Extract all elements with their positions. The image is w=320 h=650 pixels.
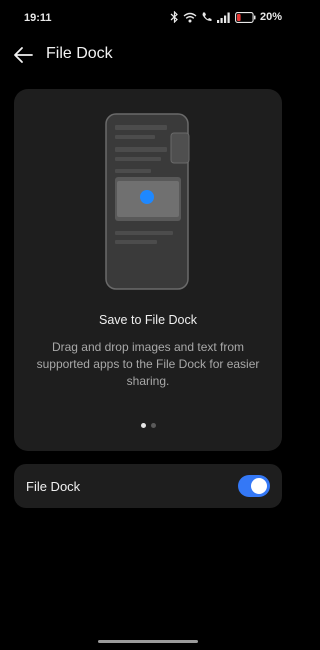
status-time: 19:11 (24, 12, 52, 24)
page-indicator (14, 423, 282, 428)
home-indicator[interactable] (98, 640, 198, 643)
status-icons: 20% (170, 11, 282, 23)
battery-icon (235, 11, 256, 23)
page-dot-1 (140, 423, 146, 428)
card-title: Save to File Dock (99, 313, 197, 327)
page-title: File Dock (46, 45, 113, 62)
file-dock-setting-row[interactable]: File Dock (14, 464, 282, 508)
page-dot-2 (150, 423, 156, 428)
bluetooth-icon (170, 11, 179, 23)
header: File Dock (0, 38, 296, 72)
feature-card: Save to File Dock Drag and drop images a… (14, 89, 282, 451)
call-icon (201, 11, 213, 23)
file-dock-toggle[interactable] (238, 475, 270, 497)
setting-label: File Dock (26, 479, 81, 494)
phone-illustration (105, 113, 205, 293)
card-description: Drag and drop images and text from suppo… (36, 340, 260, 388)
wifi-icon (183, 12, 197, 23)
arrow-left-icon[interactable] (12, 44, 34, 66)
status-bar: 19:11 20% (0, 0, 296, 38)
toggle-knob (251, 478, 267, 494)
signal-icon (216, 12, 231, 23)
battery-percent: 20% (259, 11, 282, 23)
